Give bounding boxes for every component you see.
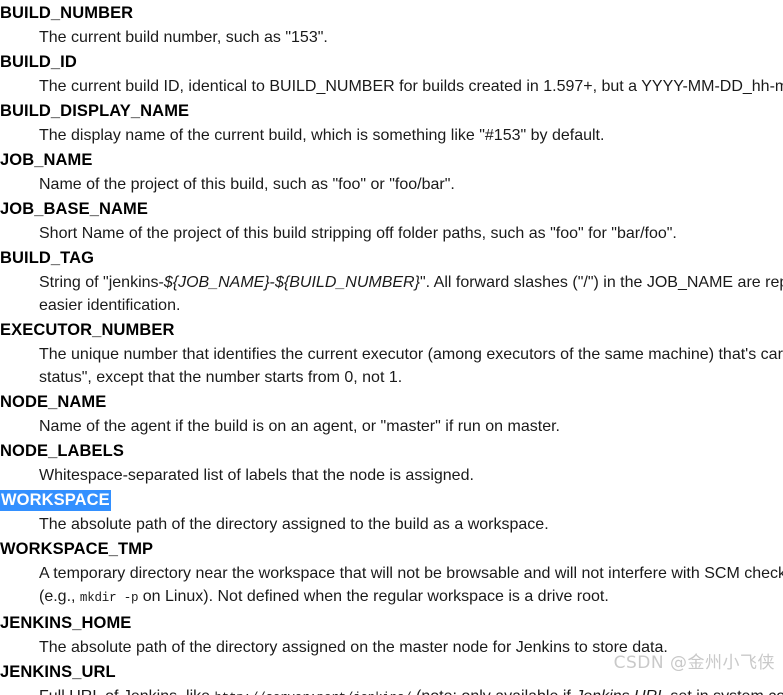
workspace-tmp-code: mkdir -p: [79, 591, 139, 605]
description-build-display-name: The display name of the current build, w…: [39, 127, 605, 144]
build-tag-text-post: ". All forward slashes ("/") in the JOB_…: [419, 274, 783, 291]
build-tag-var-job-name: ${JOB_NAME}: [163, 274, 270, 291]
description-workspace: The absolute path of the directory assig…: [39, 516, 549, 533]
description-jenkins-url: Full URL of Jenkins, like http://server:…: [39, 685, 783, 695]
jenkins-url-pre: Full URL of Jenkins, like: [39, 688, 214, 695]
term-node-labels[interactable]: NODE_LABELS: [0, 438, 783, 464]
description-node-labels: Whitespace-separated list of labels that…: [39, 467, 474, 484]
build-tag-var-build-number: ${BUILD_NUMBER}: [275, 274, 420, 291]
description-workspace-tmp-line2: (e.g., mkdir -p on Linux). Not defined w…: [39, 585, 783, 610]
description-job-name: Name of the project of this build, such …: [39, 176, 455, 193]
term-executor-number[interactable]: EXECUTOR_NUMBER: [0, 317, 783, 343]
term-build-number[interactable]: BUILD_NUMBER: [0, 0, 783, 26]
term-build-display-name[interactable]: BUILD_DISPLAY_NAME: [0, 98, 783, 124]
description-build-number: The current build number, such as "153".: [39, 29, 328, 46]
term-workspace[interactable]: WORKSPACE: [0, 487, 783, 513]
environment-variables-document: Statically set to the string "true" to i…: [0, 0, 783, 695]
description-job-base-name: Short Name of the project of this build …: [39, 225, 677, 242]
jenkins-url-mid: (note: only available if: [412, 688, 576, 695]
term-job-name[interactable]: JOB_NAME: [0, 147, 783, 173]
term-jenkins-url[interactable]: JENKINS_URL: [0, 659, 783, 685]
jenkins-url-emphasis: Jenkins URL: [575, 688, 666, 695]
term-workspace-tmp[interactable]: WORKSPACE_TMP: [0, 536, 783, 562]
jenkins-url-code: http://server:port/jenkins/: [214, 691, 411, 695]
term-job-base-name[interactable]: JOB_BASE_NAME: [0, 196, 783, 222]
workspace-tmp-post: on Linux). Not defined when the regular …: [138, 588, 609, 605]
description-build-tag: String of "jenkins-${JOB_NAME}-${BUILD_N…: [39, 271, 783, 294]
definition-list: Statically set to the string "true" to i…: [0, 0, 783, 695]
description-build-id: The current build ID, identical to BUILD…: [39, 78, 783, 95]
description-workspace-tmp-line1: A temporary directory near the workspace…: [39, 565, 783, 582]
description-executor-number-line2: status", except that the number starts f…: [39, 369, 403, 386]
description-node-name: Name of the agent if the build is on an …: [39, 418, 560, 435]
term-jenkins-home[interactable]: JENKINS_HOME: [0, 610, 783, 636]
description-build-tag-line2: easier identification.: [39, 297, 181, 314]
selection-highlight-workspace[interactable]: WORKSPACE: [0, 490, 111, 511]
workspace-tmp-pre: (e.g.,: [39, 588, 80, 605]
term-node-name[interactable]: NODE_NAME: [0, 389, 783, 415]
term-build-tag[interactable]: BUILD_TAG: [0, 245, 783, 271]
description-executor-number-line1: The unique number that identifies the cu…: [39, 346, 783, 363]
jenkins-url-post: set in system configuration): [666, 688, 783, 695]
term-build-id[interactable]: BUILD_ID: [0, 49, 783, 75]
build-tag-text-pre: String of "jenkins-: [39, 274, 164, 291]
description-jenkins-home: The absolute path of the directory assig…: [39, 639, 668, 656]
